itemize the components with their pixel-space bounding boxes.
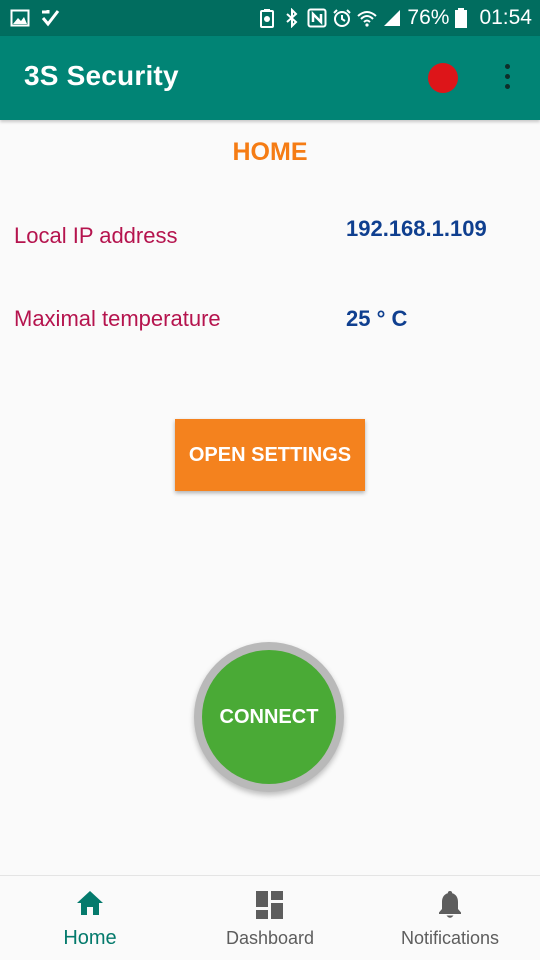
ip-address-value: 192.168.1.109 xyxy=(346,216,487,241)
ip-address-label: Local IP address xyxy=(14,223,178,248)
nav-label-notifications: Notifications xyxy=(400,928,500,948)
overflow-menu-icon[interactable] xyxy=(496,64,520,92)
battery-percentage: 76% xyxy=(407,6,450,29)
bluetooth-icon xyxy=(282,8,302,28)
connection-status-indicator xyxy=(428,63,458,93)
checkmark-icon xyxy=(40,8,60,28)
bell-icon xyxy=(435,888,465,920)
signal-icon xyxy=(382,8,402,28)
clock: 01:54 xyxy=(479,6,532,29)
overflow-dot xyxy=(505,84,510,89)
max-temperature-value: 25 ° C xyxy=(346,306,408,331)
nfc-icon xyxy=(307,8,327,28)
overflow-dot xyxy=(505,74,510,79)
app-screen: 76% 01:54 3S Security HOME Local IP addr… xyxy=(0,0,540,960)
app-bar: 3S Security xyxy=(0,36,540,120)
overflow-dot xyxy=(505,64,510,69)
alarm-icon xyxy=(332,8,352,28)
open-settings-button[interactable]: OPEN SETTINGS xyxy=(175,419,365,491)
battery-icon xyxy=(454,8,474,28)
max-temperature-label: Maximal temperature xyxy=(14,306,221,331)
nav-item-notifications[interactable]: Notifications xyxy=(360,876,540,960)
battery-saver-icon xyxy=(257,8,277,28)
app-title: 3S Security xyxy=(24,60,179,91)
status-bar-right: 76% 01:54 xyxy=(257,6,532,30)
nav-label-dashboard: Dashboard xyxy=(225,928,315,948)
gallery-icon xyxy=(10,8,30,28)
nav-label-home: Home xyxy=(63,927,117,949)
bottom-navigation: Home Dashboard Notifications xyxy=(0,875,540,960)
connect-button[interactable]: CONNECT xyxy=(202,650,336,784)
status-bar: 76% 01:54 xyxy=(0,0,540,36)
wifi-icon xyxy=(357,8,378,28)
home-icon xyxy=(75,888,105,920)
nav-item-home[interactable]: Home xyxy=(0,876,180,960)
connect-button-ring: CONNECT xyxy=(194,642,344,792)
nav-item-dashboard[interactable]: Dashboard xyxy=(180,876,360,960)
dashboard-icon xyxy=(255,888,285,920)
status-bar-left xyxy=(10,8,60,28)
page-title: HOME xyxy=(232,138,308,166)
